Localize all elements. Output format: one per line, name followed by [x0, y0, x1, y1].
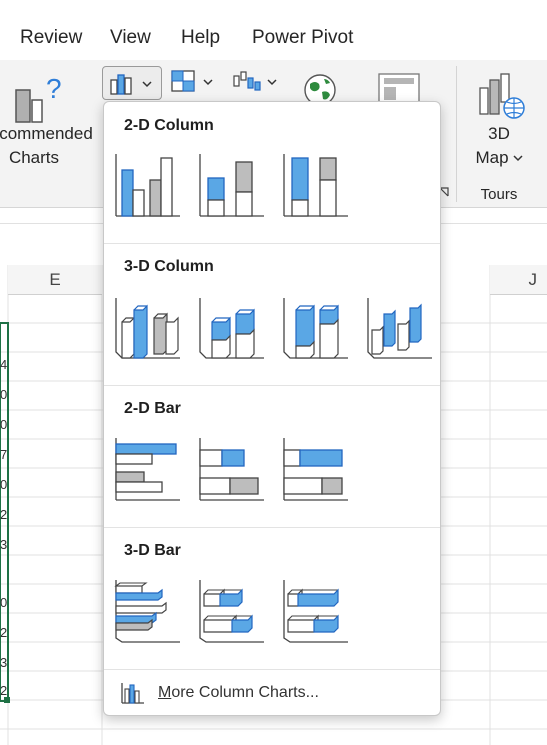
100-percent-stacked-bar-icon[interactable]: [280, 434, 350, 504]
section-title-3d-column: 3-D Column: [124, 258, 214, 275]
cell-fragment: 7: [0, 447, 8, 462]
svg-text:?: ?: [46, 73, 62, 104]
cell-fragment: 0: [0, 477, 8, 492]
column-chart-icon: [110, 74, 152, 95]
section-divider: [104, 243, 440, 244]
clustered-column-icon[interactable]: [112, 150, 182, 220]
3d-map-label-2: Map: [475, 148, 509, 167]
hierarchy-chart-icon: [171, 70, 213, 92]
cell-fragment: 2: [0, 625, 8, 640]
section-divider: [104, 385, 440, 386]
section-title-2d-bar: 2-D Bar: [124, 400, 181, 417]
tours-group-label: Tours: [480, 186, 518, 203]
3d-clustered-column-icon[interactable]: [112, 292, 182, 362]
tab-view[interactable]: View: [110, 27, 151, 49]
group-separator: [456, 66, 457, 202]
recommended-charts-label-1: commended: [0, 124, 93, 143]
cell-fragment: 2: [0, 507, 8, 522]
3d-map-label-1: 3D: [488, 124, 510, 143]
more-column-charts-label: More Column Charts...: [158, 684, 319, 701]
cell-fragment: 3: [0, 655, 8, 670]
3d-map-icon: [479, 73, 525, 119]
more-column-charts-link[interactable]: More Column Charts...: [120, 678, 319, 708]
3d-100-percent-stacked-bar-icon[interactable]: [280, 576, 350, 646]
cell-fragment: 0: [0, 417, 8, 432]
section-divider: [104, 669, 440, 670]
insert-waterfall-chart-button[interactable]: [232, 68, 284, 98]
insert-column-chart-dropdown: 2-D Column 3-D Column 2-D Bar 3-D Bar Mo…: [103, 101, 441, 716]
insert-column-chart-button[interactable]: [102, 66, 162, 100]
waterfall-chart-icon: [233, 71, 277, 91]
recommended-charts-label-2: Charts: [8, 148, 60, 167]
tab-power-pivot[interactable]: Power Pivot: [252, 27, 353, 49]
cell-fragment: 0: [0, 387, 8, 402]
stacked-column-icon[interactable]: [196, 150, 266, 220]
cell-fragment: 3: [0, 537, 8, 552]
section-title-3d-bar: 3-D Bar: [124, 542, 181, 559]
cell-fragment: 0: [0, 595, 8, 610]
section-divider: [104, 527, 440, 528]
cell-fragment: 4: [0, 357, 8, 372]
tab-help[interactable]: Help: [181, 27, 220, 49]
insert-hierarchy-chart-button[interactable]: [168, 68, 220, 98]
100-percent-stacked-column-icon[interactable]: [280, 150, 350, 220]
cell-fragment: 2: [0, 683, 8, 698]
3d-100-percent-stacked-column-icon[interactable]: [280, 292, 350, 362]
clustered-bar-icon[interactable]: [112, 434, 182, 504]
3d-stacked-column-icon[interactable]: [196, 292, 266, 362]
3d-clustered-bar-icon[interactable]: [112, 576, 182, 646]
more-column-charts-icon: [121, 683, 144, 704]
recommended-charts-icon: ?: [15, 73, 62, 123]
stacked-bar-icon[interactable]: [196, 434, 266, 504]
3d-column-icon[interactable]: [364, 292, 434, 362]
tab-review[interactable]: Review: [20, 27, 82, 49]
column-header-j[interactable]: J: [490, 265, 547, 295]
section-title-2d-column: 2-D Column: [124, 117, 214, 134]
ribbon-tab-strip: Review View Help Power Pivot: [0, 0, 547, 60]
chevron-down-icon: [513, 155, 523, 162]
column-header-e[interactable]: E: [8, 265, 102, 295]
3d-stacked-bar-icon[interactable]: [196, 576, 266, 646]
